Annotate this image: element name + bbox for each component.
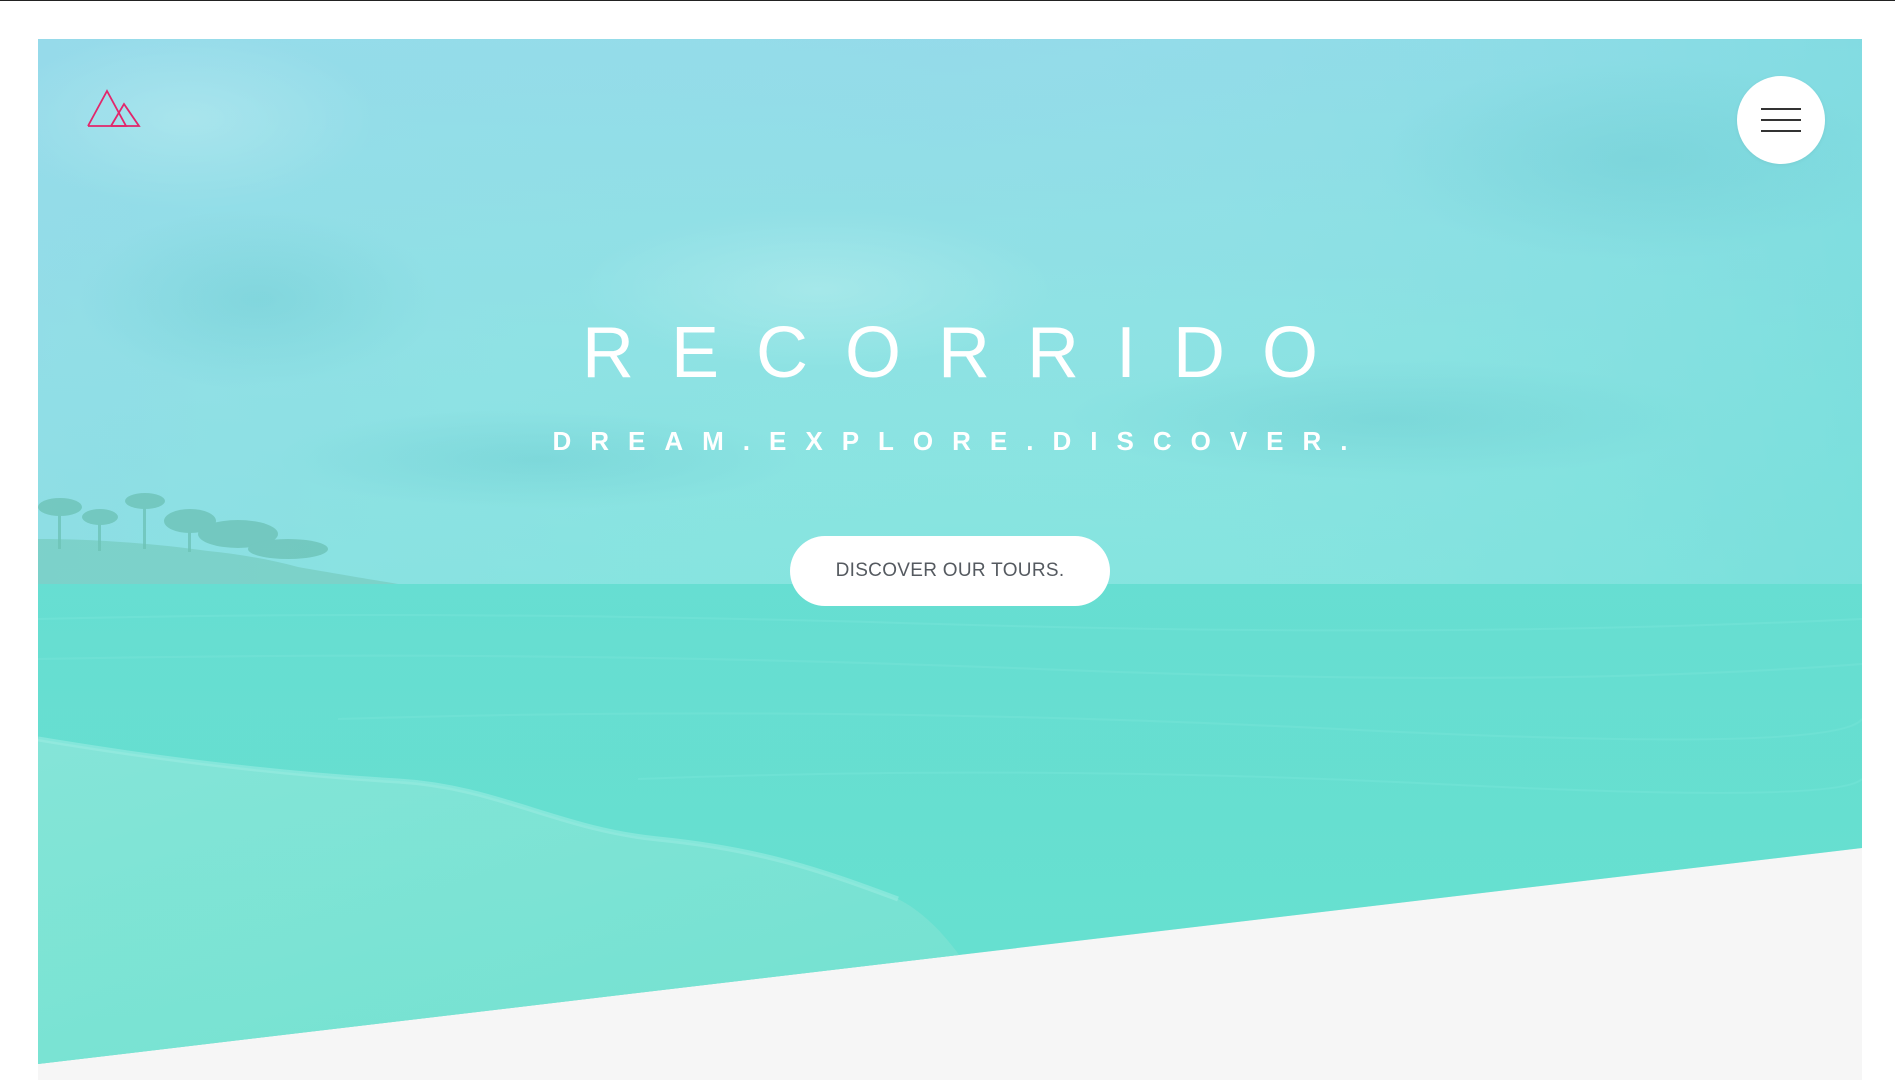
hero-tagline: DREAM.EXPLORE.DISCOVER. — [552, 426, 1367, 456]
mountains-icon[interactable] — [87, 88, 141, 128]
hamburger-menu-icon — [1761, 108, 1801, 132]
page-frame: RECORRIDO DREAM.EXPLORE.DISCOVER. DISCOV… — [38, 39, 1862, 1080]
top-border-line — [0, 0, 1895, 1]
discover-tours-button[interactable]: DISCOVER OUR TOURS. — [790, 536, 1110, 606]
hero-section: RECORRIDO DREAM.EXPLORE.DISCOVER. DISCOV… — [38, 39, 1862, 1064]
hero-title: RECORRIDO — [581, 313, 1355, 393]
hamburger-menu-button[interactable] — [1737, 76, 1825, 164]
